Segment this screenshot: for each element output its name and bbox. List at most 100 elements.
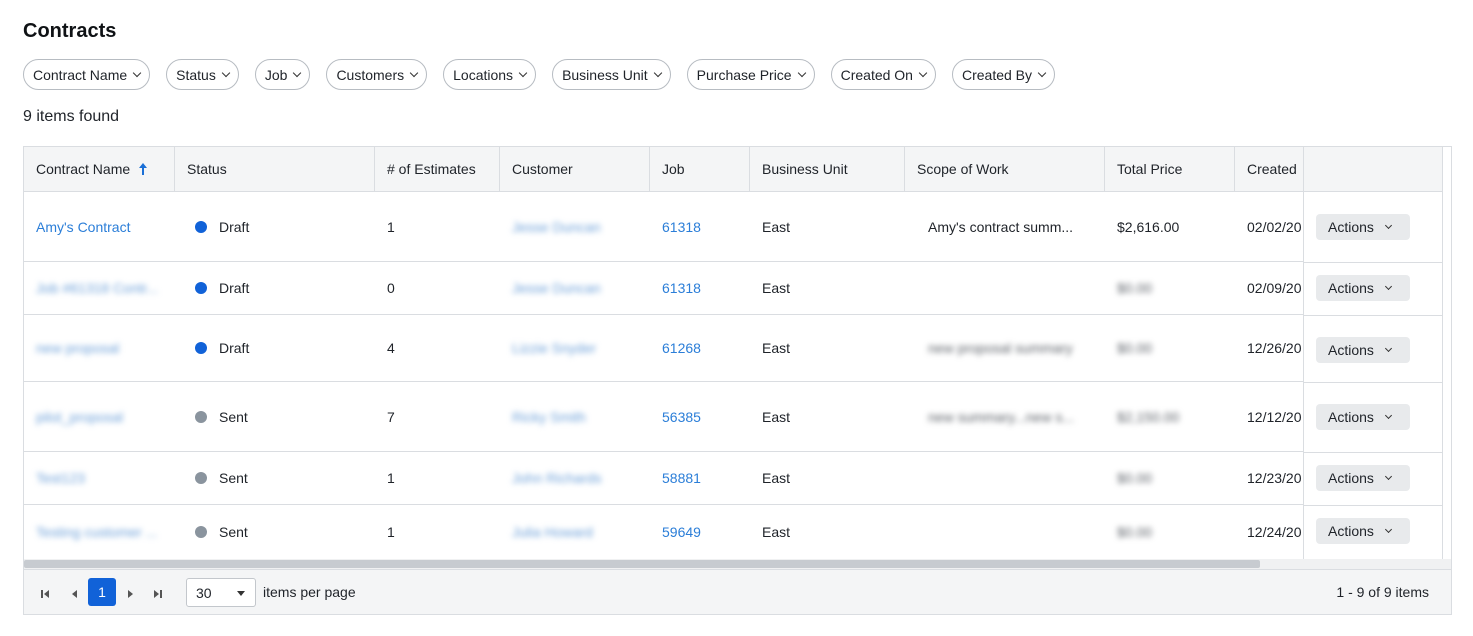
customer-link[interactable]: John Richards (512, 470, 602, 486)
actions-button[interactable]: Actions (1316, 337, 1410, 363)
actions-label: Actions (1328, 280, 1374, 296)
page-1-button[interactable]: 1 (88, 578, 116, 606)
contract-name-link[interactable]: Job #61318 Contr... (36, 280, 158, 296)
column-header-total-price[interactable]: Total Price (1105, 147, 1235, 191)
filter-business-unit[interactable]: Business Unit (552, 59, 671, 90)
business-unit: East (762, 408, 791, 425)
status-cell: Draft (175, 315, 375, 381)
chevron-down-icon (132, 68, 142, 78)
job-link[interactable]: 58881 (662, 470, 701, 486)
column-header-job[interactable]: Job (650, 147, 750, 191)
vertical-scrollbar[interactable] (1442, 147, 1451, 559)
items-per-page-label: items per page (263, 584, 356, 600)
column-header-created[interactable]: Created (1235, 147, 1303, 191)
job-link[interactable]: 61318 (662, 280, 701, 296)
job-link[interactable]: 61268 (662, 340, 701, 356)
filter-purchase-price[interactable]: Purchase Price (686, 59, 815, 90)
chevron-down-icon (409, 68, 419, 78)
customer-link[interactable]: Ricky Smith (512, 409, 586, 425)
actions-label: Actions (1328, 409, 1374, 425)
job-link[interactable]: 59649 (662, 524, 701, 540)
chevron-down-icon (293, 68, 302, 78)
status-text: Sent (219, 408, 248, 425)
actions-button[interactable]: Actions (1316, 275, 1410, 301)
actions-button[interactable]: Actions (1316, 518, 1410, 544)
status-text: Draft (219, 340, 250, 356)
status-cell: Sent (175, 452, 375, 504)
table-row: Testing customer ... Sent 1 Julia Howard… (24, 505, 1451, 559)
last-page-icon[interactable] (153, 589, 163, 599)
horizontal-scrollbar[interactable] (24, 559, 1451, 569)
contract-name-link[interactable]: new proposal (36, 340, 119, 356)
first-page-icon[interactable] (41, 589, 51, 599)
filter-label: Created On (840, 66, 913, 83)
business-unit: East (762, 280, 791, 296)
status-text: Sent (219, 470, 248, 486)
actions-label: Actions (1328, 219, 1374, 235)
column-header-label: # of Estimates (387, 161, 476, 177)
filter-created-by[interactable]: Created By (951, 59, 1056, 90)
row-divider (1304, 382, 1443, 383)
column-header-customer[interactable]: Customer (500, 147, 650, 191)
table-row: Job #61318 Contr... Draft 0 Jesse Duncan… (24, 262, 1451, 315)
actions-button[interactable]: Actions (1316, 465, 1410, 491)
filter-job[interactable]: Job (254, 59, 311, 90)
actions-button[interactable]: Actions (1316, 214, 1410, 240)
chevron-down-icon (797, 68, 806, 78)
chevron-down-icon (1384, 221, 1392, 230)
filter-customers[interactable]: Customers (326, 59, 428, 90)
column-header-scope-of-work[interactable]: Scope of Work (905, 147, 1105, 191)
contract-name-link[interactable]: pilot_proposal (36, 409, 123, 425)
contract-name-link[interactable]: Test123 (36, 470, 85, 486)
customer-link[interactable]: Jesse Duncan (512, 219, 601, 235)
job-link[interactable]: 56385 (662, 409, 701, 425)
created-date: 12/26/20 (1247, 340, 1302, 356)
filter-status[interactable]: Status (166, 59, 239, 90)
customer-link[interactable]: Jesse Duncan (512, 280, 601, 296)
status-cell: Draft (175, 192, 375, 261)
actions-column: Actions Actions Actions Actions Actions … (1303, 147, 1443, 559)
estimates-count: 1 (387, 524, 395, 540)
status-dot-icon (195, 526, 207, 538)
column-header-estimates[interactable]: # of Estimates (375, 147, 500, 191)
total-price: $0.00 (1117, 524, 1153, 540)
pager-range: 1 - 9 of 9 items (1336, 584, 1429, 600)
status-dot-icon (195, 342, 207, 354)
chevron-down-icon (518, 68, 528, 78)
created-date: 02/02/20 (1247, 218, 1302, 235)
previous-page-icon[interactable] (70, 589, 80, 599)
actions-label: Actions (1328, 342, 1374, 358)
chevron-down-icon (918, 68, 928, 78)
contract-name-link[interactable]: Testing customer ... (36, 524, 157, 540)
next-page-icon[interactable] (127, 589, 137, 599)
business-unit: East (762, 470, 791, 486)
contracts-grid: Contract Name Status # of Estimates Cust… (23, 146, 1452, 615)
status-cell: Sent (175, 382, 375, 451)
contract-name-link[interactable]: Amy's Contract (36, 219, 130, 235)
horizontal-scrollbar-thumb[interactable] (24, 560, 1260, 568)
pager: 1 30 items per page 1 - 9 of 9 items (24, 569, 1451, 614)
actions-button[interactable]: Actions (1316, 404, 1410, 430)
chevron-down-icon (1037, 68, 1047, 78)
column-header-business-unit[interactable]: Business Unit (750, 147, 905, 191)
estimates-count: 4 (387, 340, 395, 356)
estimates-count: 0 (387, 280, 395, 296)
filter-locations[interactable]: Locations (443, 59, 537, 90)
filter-label: Purchase Price (696, 66, 792, 83)
column-header-contract-name[interactable]: Contract Name (24, 147, 175, 191)
items-found-count: 9 items found (23, 108, 120, 125)
created-date: 12/12/20 (1247, 408, 1302, 425)
column-header-status[interactable]: Status (175, 147, 375, 191)
filter-contract-name[interactable]: Contract Name (23, 59, 151, 90)
filter-label: Status (176, 66, 216, 83)
items-per-page-select[interactable]: 30 (186, 578, 256, 607)
row-divider (1304, 262, 1443, 263)
customer-link[interactable]: Lizzie Snyder (512, 340, 596, 356)
job-link[interactable]: 61318 (662, 219, 701, 235)
chevron-down-icon (221, 68, 231, 78)
filter-created-on[interactable]: Created On (830, 59, 936, 90)
total-price: $0.00 (1117, 280, 1153, 296)
customer-link[interactable]: Julia Howard (512, 524, 593, 540)
column-header-label: Customer (512, 161, 573, 177)
filter-label: Customers (336, 66, 405, 83)
